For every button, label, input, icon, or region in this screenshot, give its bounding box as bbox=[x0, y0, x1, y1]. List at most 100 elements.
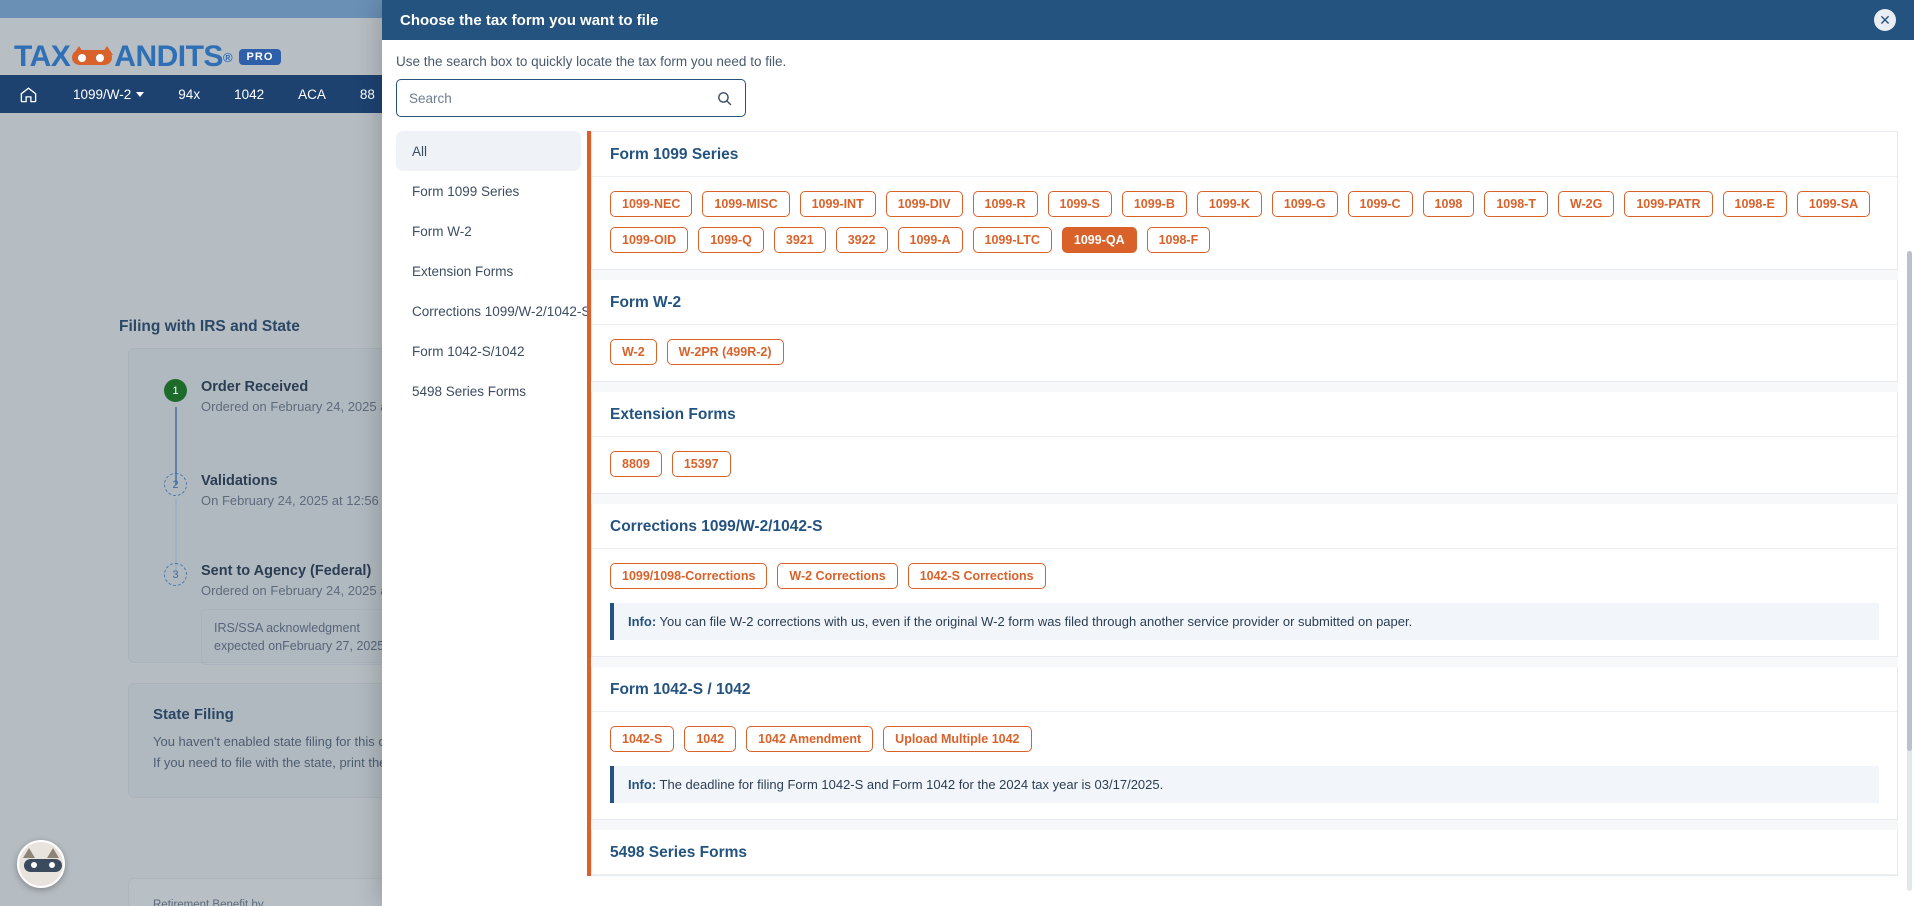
form-chip-1099-k[interactable]: 1099-K bbox=[1196, 191, 1262, 217]
nav-item-label: ACA bbox=[298, 86, 326, 102]
sidebar-item-label: Form 1042-S/1042 bbox=[412, 343, 525, 359]
form-section: Form W-2 W-2 W-2PR (499R-2) bbox=[591, 280, 1898, 382]
search-box[interactable] bbox=[396, 79, 746, 117]
logo-text-andits: ANDITS bbox=[114, 40, 223, 73]
close-icon[interactable]: ✕ bbox=[1874, 9, 1896, 31]
form-chip-w-2-corrections[interactable]: W-2 Corrections bbox=[777, 563, 898, 589]
section-heading: Form 1099 Series bbox=[592, 132, 1897, 177]
form-chip-1099-nec[interactable]: 1099-NEC bbox=[610, 191, 693, 217]
form-chip-1099-ltc[interactable]: 1099-LTC bbox=[972, 227, 1052, 253]
form-chip-1099-div[interactable]: 1099-DIV bbox=[885, 191, 963, 217]
registered-mark: ® bbox=[222, 49, 233, 65]
form-chip-1042-s[interactable]: 1042-S bbox=[610, 726, 675, 752]
form-chip-1098-f[interactable]: 1098-F bbox=[1146, 227, 1211, 253]
form-chip-1042-amendment[interactable]: 1042 Amendment bbox=[746, 726, 874, 752]
form-chip-3922[interactable]: 3922 bbox=[835, 227, 888, 253]
form-chip-1099-q[interactable]: 1099-Q bbox=[698, 227, 764, 253]
search-input[interactable] bbox=[409, 90, 708, 106]
sidebar-item-label: All bbox=[412, 143, 428, 159]
section-divider bbox=[591, 657, 1898, 667]
info-text: You can file W-2 corrections with us, ev… bbox=[656, 614, 1413, 629]
form-chip-1099-r[interactable]: 1099-R bbox=[972, 191, 1038, 217]
step-number-badge: 2 bbox=[164, 473, 187, 496]
nav-item-1099-w2[interactable]: 1099/W-2 bbox=[56, 87, 161, 102]
section-heading: 5498 Series Forms bbox=[592, 830, 1897, 875]
form-chip-3921[interactable]: 3921 bbox=[773, 227, 826, 253]
nav-item-label: 1042 bbox=[234, 86, 265, 102]
section-heading: Form W-2 bbox=[592, 280, 1897, 325]
section-body: 1099/1098-Corrections W-2 Corrections 1042… bbox=[592, 549, 1897, 656]
section-divider bbox=[591, 494, 1898, 504]
form-chip-1099-qa[interactable]: 1099-QA bbox=[1061, 227, 1137, 253]
step-subtitle: On February 24, 2025 at 12:56 AM bbox=[201, 493, 402, 508]
nav-item-1042[interactable]: 1042 bbox=[217, 87, 281, 102]
sidebar-item-extension-forms[interactable]: Extension Forms bbox=[396, 251, 581, 291]
form-chip-1042-s-corrections[interactable]: 1042-S Corrections bbox=[907, 563, 1046, 589]
nav-item-label: 88 bbox=[359, 86, 375, 102]
bandit-chat-avatar-icon[interactable] bbox=[17, 840, 65, 888]
form-sections: Form 1099 Series 1099-NEC 1099-MISC 1099-IN… bbox=[587, 131, 1898, 876]
form-chip-1099-g[interactable]: 1099-G bbox=[1271, 191, 1338, 217]
sidebar-item-label: Extension Forms bbox=[412, 263, 514, 279]
section-divider bbox=[591, 382, 1898, 392]
form-chip-group: W-2 W-2PR (499R-2) bbox=[610, 339, 1879, 365]
form-chip-8809[interactable]: 8809 bbox=[610, 451, 662, 477]
form-chip-w-2g[interactable]: W-2G bbox=[1557, 191, 1615, 217]
sidebar-item-form-1042-s[interactable]: Form 1042-S/1042 bbox=[396, 331, 581, 371]
form-chip-group: 1099/1098-Corrections W-2 Corrections 1042… bbox=[610, 563, 1879, 589]
modal-subtitle: Use the search box to quickly locate the… bbox=[396, 54, 787, 69]
form-chip-1099-1098-corrections[interactable]: 1099/1098-Corrections bbox=[610, 563, 768, 589]
form-chip-1099-patr[interactable]: 1099-PATR bbox=[1624, 191, 1713, 217]
choose-tax-form-modal: Choose the tax form you want to file ✕ U… bbox=[382, 0, 1914, 906]
form-section: Corrections 1099/W-2/1042-S 1099/1098-Cor… bbox=[591, 504, 1898, 657]
form-chip-1098-t[interactable]: 1098-T bbox=[1484, 191, 1548, 217]
form-chip-w-2[interactable]: W-2 bbox=[610, 339, 657, 365]
sidebar-item-all[interactable]: All bbox=[396, 131, 581, 171]
nav-item-aca[interactable]: ACA bbox=[281, 87, 343, 102]
form-chip-1098-e[interactable]: 1098-E bbox=[1722, 191, 1787, 217]
form-chip-1042[interactable]: 1042 bbox=[684, 726, 737, 752]
form-chip-1099-misc[interactable]: 1099-MISC bbox=[702, 191, 790, 217]
form-chip-1099-b[interactable]: 1099-B bbox=[1121, 191, 1187, 217]
bandit-mask-icon bbox=[69, 46, 115, 68]
form-chip-1098[interactable]: 1098 bbox=[1422, 191, 1475, 217]
form-section: Form 1099 Series 1099-NEC 1099-MISC 1099-IN… bbox=[591, 131, 1898, 270]
chevron-down-icon bbox=[136, 91, 145, 97]
section-body: 1099-NEC 1099-MISC 1099-INT 1099-DIV 1099-R 1… bbox=[592, 177, 1897, 269]
modal-category-sidebar: All Form 1099 Series Form W-2 Extension … bbox=[382, 131, 587, 906]
nav-item-94x[interactable]: 94x bbox=[161, 87, 217, 102]
scrollbar[interactable] bbox=[1907, 251, 1912, 891]
info-banner: Info: The deadline for filing Form 1042-… bbox=[610, 766, 1879, 803]
form-chip-w-2pr-499r-2[interactable]: W-2PR (499R-2) bbox=[666, 339, 784, 365]
modal-title: Choose the tax form you want to file bbox=[400, 11, 659, 29]
section-heading: Form 1042-S / 1042 bbox=[592, 667, 1897, 712]
form-chip-1099-s[interactable]: 1099-S bbox=[1047, 191, 1112, 217]
sidebar-item-corrections[interactable]: Corrections 1099/W-2/1042-S bbox=[396, 291, 587, 331]
nav-item-label: 1099/W-2 bbox=[73, 86, 132, 102]
form-chip-upload-multiple-1042[interactable]: Upload Multiple 1042 bbox=[883, 726, 1032, 752]
form-chip-group: 1099-NEC 1099-MISC 1099-INT 1099-DIV 1099-R 1… bbox=[610, 191, 1879, 253]
form-chip-1099-int[interactable]: 1099-INT bbox=[799, 191, 876, 217]
home-icon[interactable] bbox=[0, 85, 56, 104]
form-chip-15397[interactable]: 15397 bbox=[671, 451, 731, 477]
info-label: Info: bbox=[628, 614, 657, 629]
pro-badge: PRO bbox=[238, 49, 282, 65]
search-icon[interactable] bbox=[716, 90, 733, 107]
form-chip-1099-a[interactable]: 1099-A bbox=[897, 227, 963, 253]
form-chip-1099-oid[interactable]: 1099-OID bbox=[610, 227, 689, 253]
info-text: The deadline for filing Form 1042-S and … bbox=[656, 777, 1164, 792]
scrollbar-thumb[interactable] bbox=[1907, 251, 1912, 751]
form-chip-1099-sa[interactable]: 1099-SA bbox=[1796, 191, 1871, 217]
section-body: 8809 15397 bbox=[592, 437, 1897, 493]
sidebar-item-5498-series[interactable]: 5498 Series Forms bbox=[396, 371, 581, 411]
form-chip-group: 8809 15397 bbox=[610, 451, 1879, 477]
nav-item-label: 94x bbox=[178, 86, 201, 102]
step-title: Validations bbox=[201, 473, 278, 489]
search-row bbox=[382, 69, 1914, 131]
form-section: Form 1042-S / 1042 1042-S 1042 1042 Amendme… bbox=[591, 667, 1898, 820]
info-label: Info: bbox=[628, 777, 657, 792]
sidebar-item-form-w-2[interactable]: Form W-2 bbox=[396, 211, 581, 251]
sidebar-item-form-1099-series[interactable]: Form 1099 Series bbox=[396, 171, 581, 211]
modal-form-list: Form 1099 Series 1099-NEC 1099-MISC 1099-IN… bbox=[587, 131, 1914, 906]
form-chip-1099-c[interactable]: 1099-C bbox=[1347, 191, 1413, 217]
